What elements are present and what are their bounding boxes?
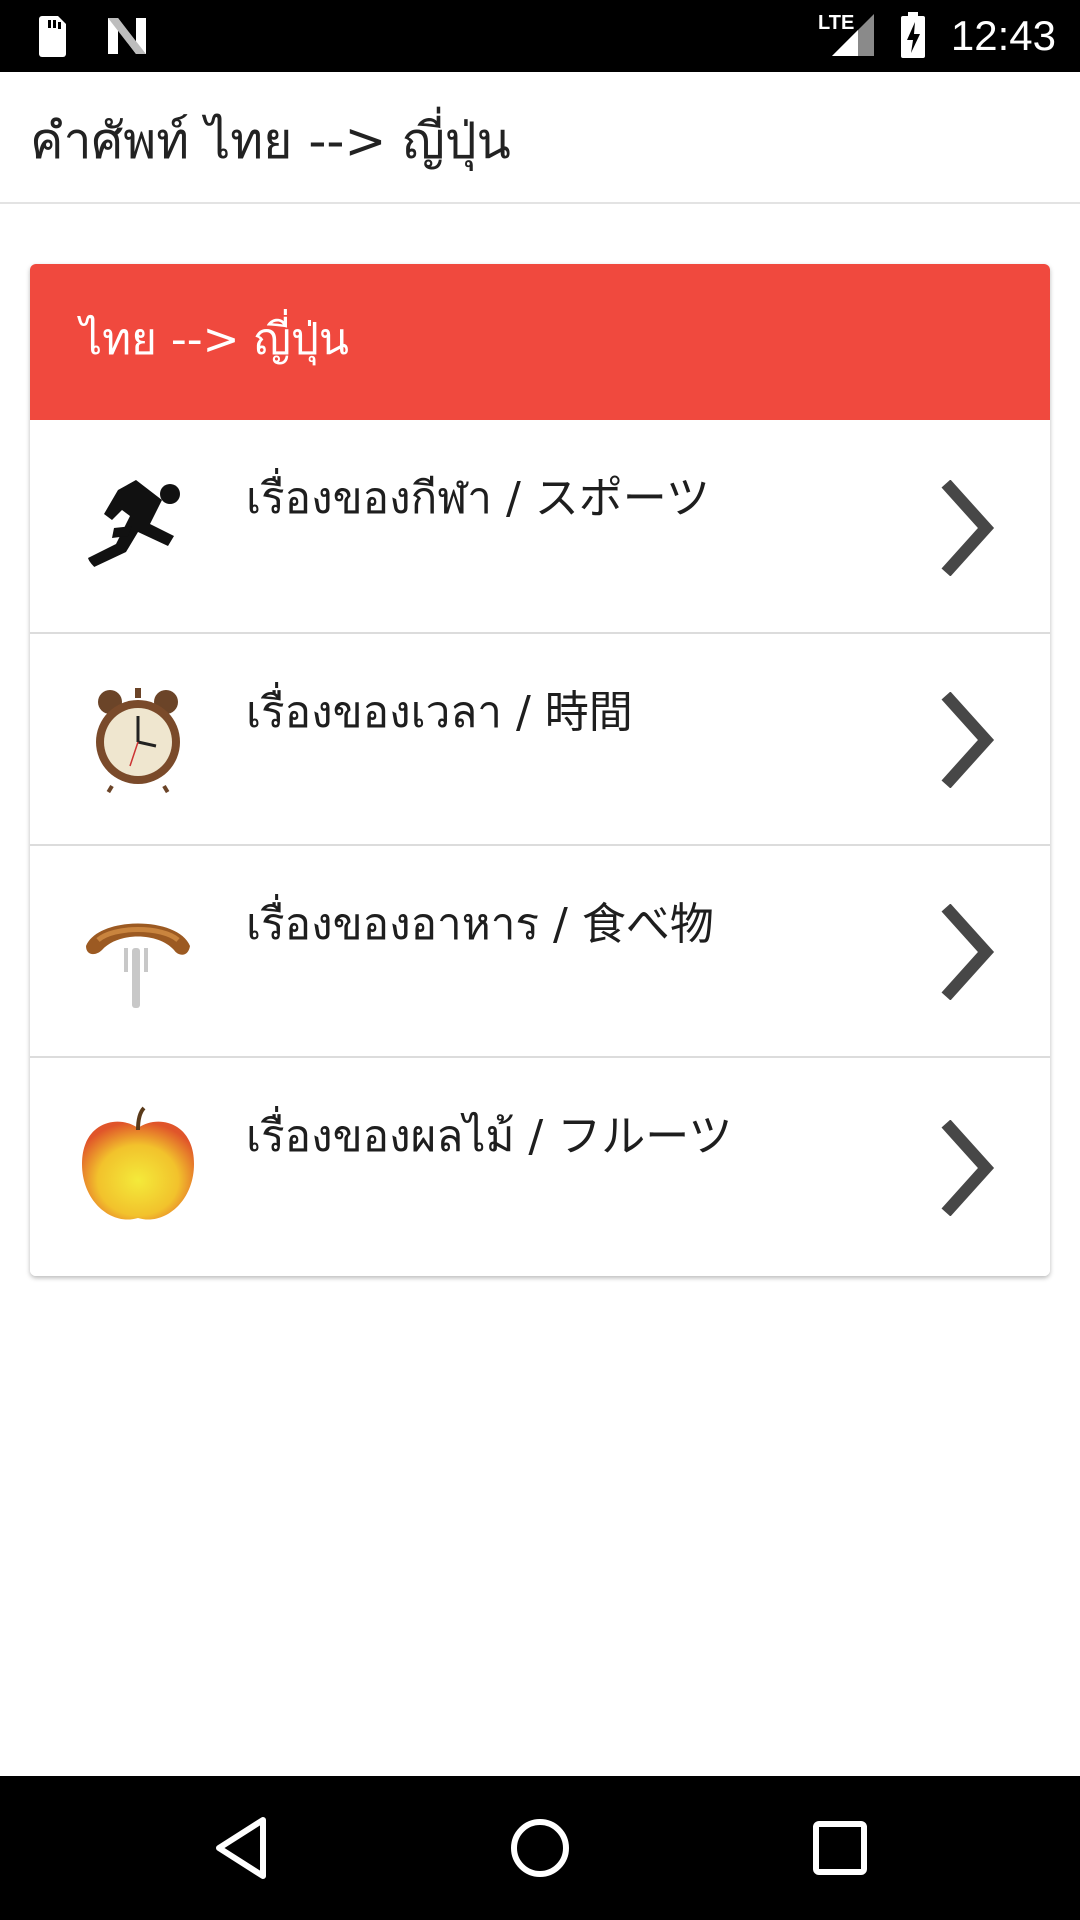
list-item-time[interactable]: เรื่องของเวลา / 時間 xyxy=(30,634,1050,846)
chevron-right-icon xyxy=(941,480,995,576)
runner-icon xyxy=(78,466,198,586)
app-bar: คำศัพท์ ไทย --> ญี่ปุ่น xyxy=(0,72,1080,204)
back-icon[interactable] xyxy=(205,1812,277,1884)
navigation-bar xyxy=(0,1776,1080,1920)
apple-icon xyxy=(78,1106,198,1226)
card-header-title: ไทย --> ญี่ปุ่น xyxy=(80,314,350,365)
card-header: ไทย --> ญี่ปุ่น xyxy=(30,264,1050,420)
chevron-right-icon xyxy=(941,904,995,1000)
list-item-label: เรื่องของอาหาร / 食べ物 xyxy=(246,899,714,950)
recents-icon[interactable] xyxy=(804,1812,876,1884)
page-title: คำศัพท์ ไทย --> ญี่ปุ่น xyxy=(30,112,511,170)
sausage-fork-icon xyxy=(78,892,198,1012)
status-bar: LTE 12:43 xyxy=(0,0,1080,72)
signal-icon xyxy=(832,14,874,56)
n-logo-icon xyxy=(108,18,146,54)
clock-time: 12:43 xyxy=(950,12,1056,59)
home-icon[interactable] xyxy=(504,1812,576,1884)
battery-charging-icon xyxy=(901,12,925,58)
list-item-label: เรื่องของเวลา / 時間 xyxy=(246,687,633,738)
chevron-right-icon xyxy=(941,692,995,788)
chevron-right-icon xyxy=(941,1120,995,1216)
sd-card-icon xyxy=(39,16,66,57)
category-card: ไทย --> ญี่ปุ่น เรื่องของกีฬา / スポーツ เรื… xyxy=(30,264,1050,1276)
list-item-sports[interactable]: เรื่องของกีฬา / スポーツ xyxy=(30,420,1050,634)
alarm-clock-icon xyxy=(78,680,198,800)
list-item-label: เรื่องของผลไม้ / フルーツ xyxy=(246,1111,733,1162)
list-item-label: เรื่องของกีฬา / スポーツ xyxy=(246,473,710,524)
list-item-fruit[interactable]: เรื่องของผลไม้ / フルーツ xyxy=(30,1058,1050,1276)
list-item-food[interactable]: เรื่องของอาหาร / 食べ物 xyxy=(30,846,1050,1058)
